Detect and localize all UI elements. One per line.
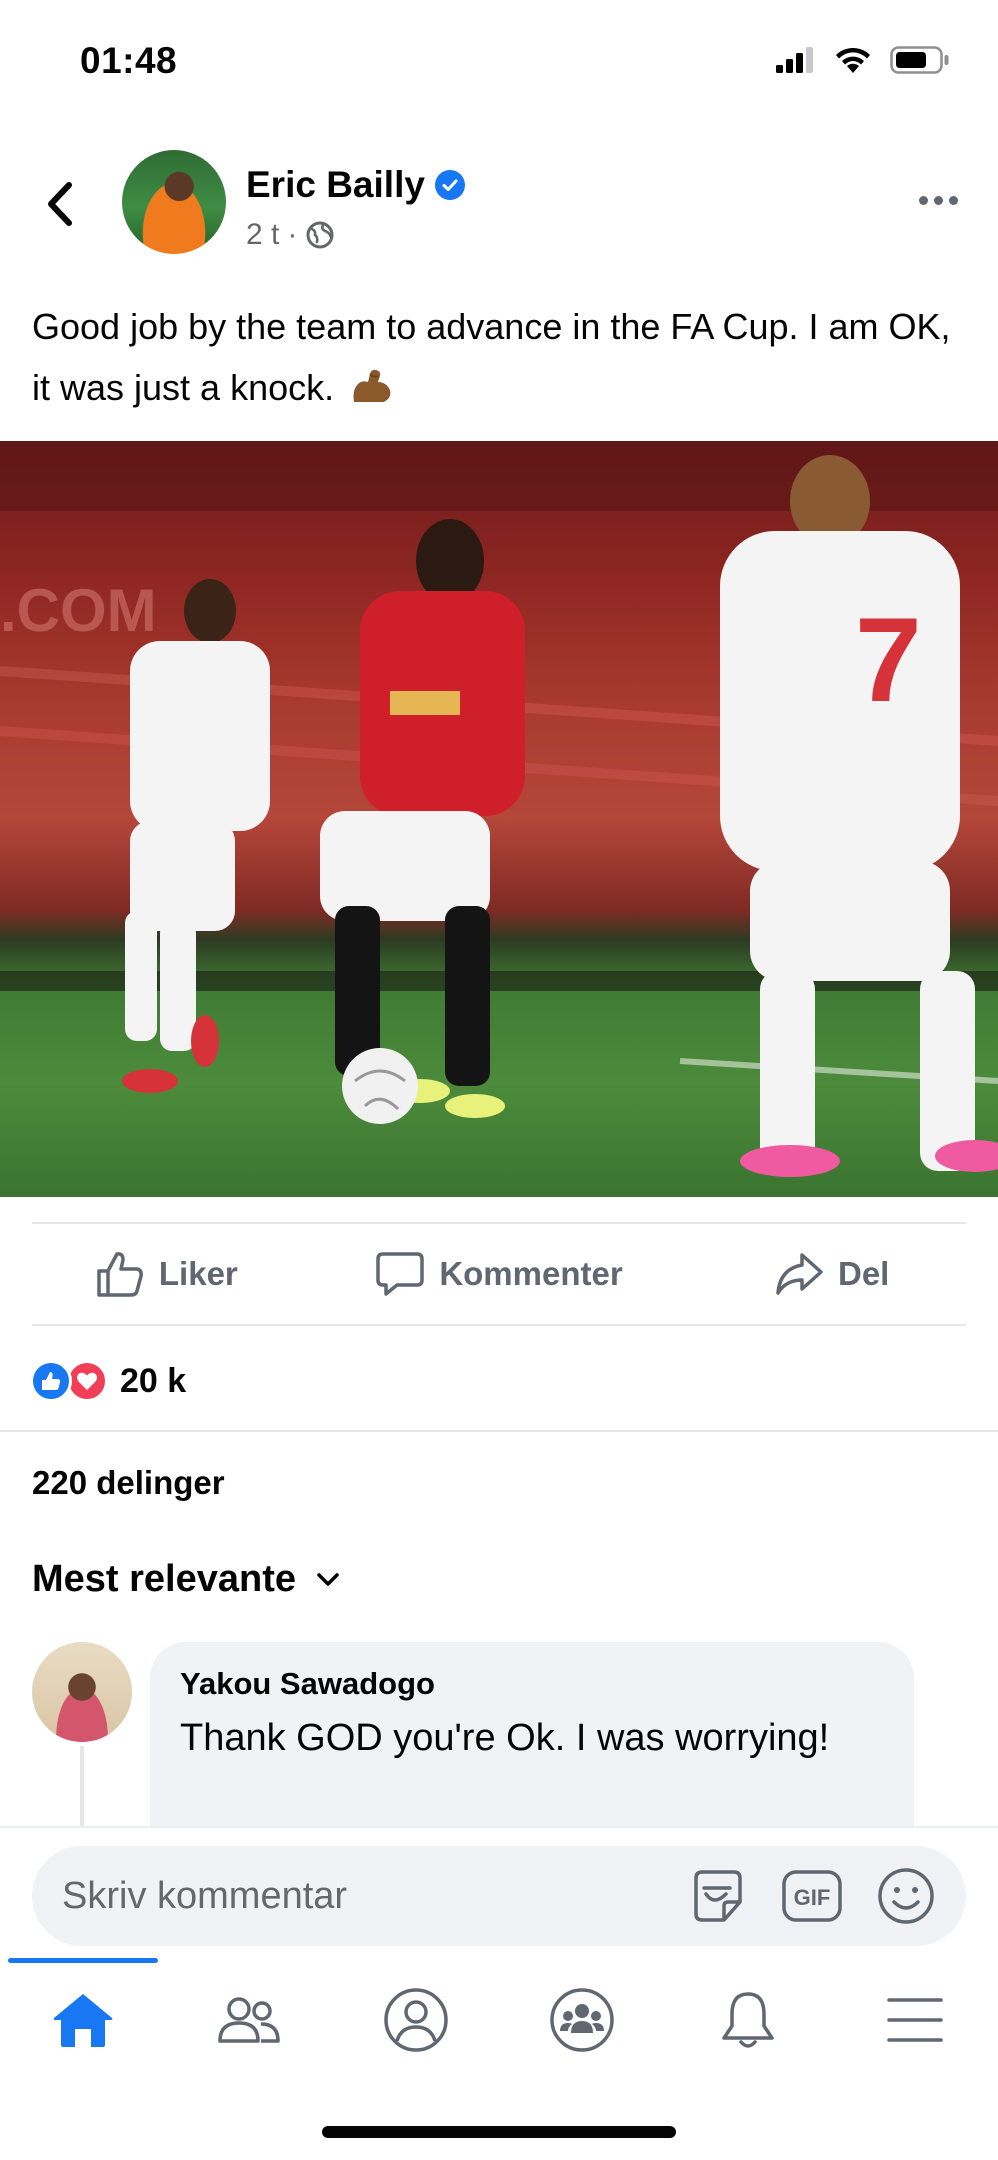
home-indicator — [322, 2126, 676, 2138]
comment-button[interactable]: Kommenter — [333, 1224, 666, 1324]
tab-notifications[interactable] — [665, 1960, 831, 2080]
gif-label: GIF — [794, 1885, 831, 1910]
post-header: Eric Bailly 2 t · — [0, 140, 998, 270]
share-arrow-icon — [776, 1253, 823, 1295]
svg-text:7: 7 — [855, 593, 922, 727]
post-time[interactable]: 2 t — [246, 218, 279, 252]
composer-icons: GIF — [686, 1864, 938, 1928]
commenter-avatar[interactable] — [32, 1642, 132, 1742]
chevron-down-icon — [317, 1572, 339, 1586]
flexed-biceps-emoji-icon — [353, 369, 391, 402]
bottom-tab-bar — [0, 1960, 998, 2080]
bell-icon — [722, 1992, 775, 2048]
cellular-signal-icon — [776, 47, 813, 73]
wifi-icon — [836, 47, 870, 73]
post-text: Good job by the team to advance in the F… — [32, 296, 972, 418]
verified-badge-icon — [434, 170, 465, 200]
post-photo[interactable]: .COM 7 — [0, 441, 998, 1197]
post-meta: 2 t · — [246, 218, 335, 252]
author-name-text[interactable]: Eric Bailly — [246, 164, 425, 206]
globe-icon — [306, 221, 334, 249]
comment-label: Kommenter — [439, 1255, 623, 1292]
tab-home[interactable] — [0, 1960, 166, 2080]
post-action-bar: Liker Kommenter Del — [0, 1224, 998, 1324]
more-options-icon[interactable] — [919, 196, 958, 205]
reaction-count: 20 k — [120, 1361, 187, 1400]
meta-separator: · — [287, 218, 298, 251]
chevron-left-icon — [48, 182, 72, 226]
tab-menu[interactable] — [832, 1960, 998, 2080]
status-time: 01:48 — [80, 40, 178, 81]
friends-icon — [218, 1997, 281, 2043]
match-photo-illustration: .COM 7 — [0, 441, 998, 1177]
tab-groups[interactable] — [499, 1960, 665, 2080]
comment-author[interactable]: Yakou Sawadogo — [180, 1666, 435, 1702]
share-button[interactable]: Del — [665, 1224, 998, 1324]
share-label: Del — [838, 1255, 890, 1292]
groups-icon — [550, 1988, 614, 2052]
back-button[interactable] — [38, 176, 82, 232]
divider — [32, 1324, 966, 1326]
profile-icon — [384, 1988, 448, 2052]
svg-text:.COM: .COM — [0, 577, 157, 644]
emoji-icon[interactable] — [874, 1864, 938, 1928]
reactions-summary[interactable]: 20 k — [30, 1356, 186, 1406]
home-icon — [53, 1994, 113, 2047]
gif-icon[interactable]: GIF — [780, 1864, 844, 1928]
comment-icon — [376, 1252, 425, 1296]
sticker-icon[interactable] — [686, 1864, 750, 1928]
comment-input[interactable] — [62, 1872, 662, 1920]
sort-label: Mest relevante — [32, 1558, 297, 1600]
battery-icon — [890, 46, 949, 74]
composer-field[interactable]: GIF — [32, 1846, 966, 1946]
comment-composer: GIF — [0, 1826, 998, 1960]
status-icons — [776, 46, 950, 74]
menu-icon — [887, 1998, 943, 2042]
like-button[interactable]: Liker — [0, 1224, 333, 1324]
post-text-body: Good job by the team to advance in the F… — [32, 306, 951, 408]
thread-line — [80, 1746, 84, 1828]
author-name[interactable]: Eric Bailly — [246, 164, 465, 206]
status-bar: 01:48 — [0, 0, 998, 120]
like-label: Liker — [158, 1255, 238, 1292]
divider — [0, 1430, 998, 1432]
thumbs-up-icon — [97, 1252, 143, 1297]
love-reaction-icon — [66, 1360, 108, 1402]
tab-friends[interactable] — [166, 1960, 332, 2080]
tab-profile[interactable] — [333, 1960, 499, 2080]
like-reaction-icon — [30, 1360, 72, 1402]
share-count[interactable]: 220 delinger — [32, 1464, 225, 1502]
author-avatar[interactable] — [122, 150, 226, 254]
comment-sort-dropdown[interactable]: Mest relevante — [32, 1558, 340, 1601]
